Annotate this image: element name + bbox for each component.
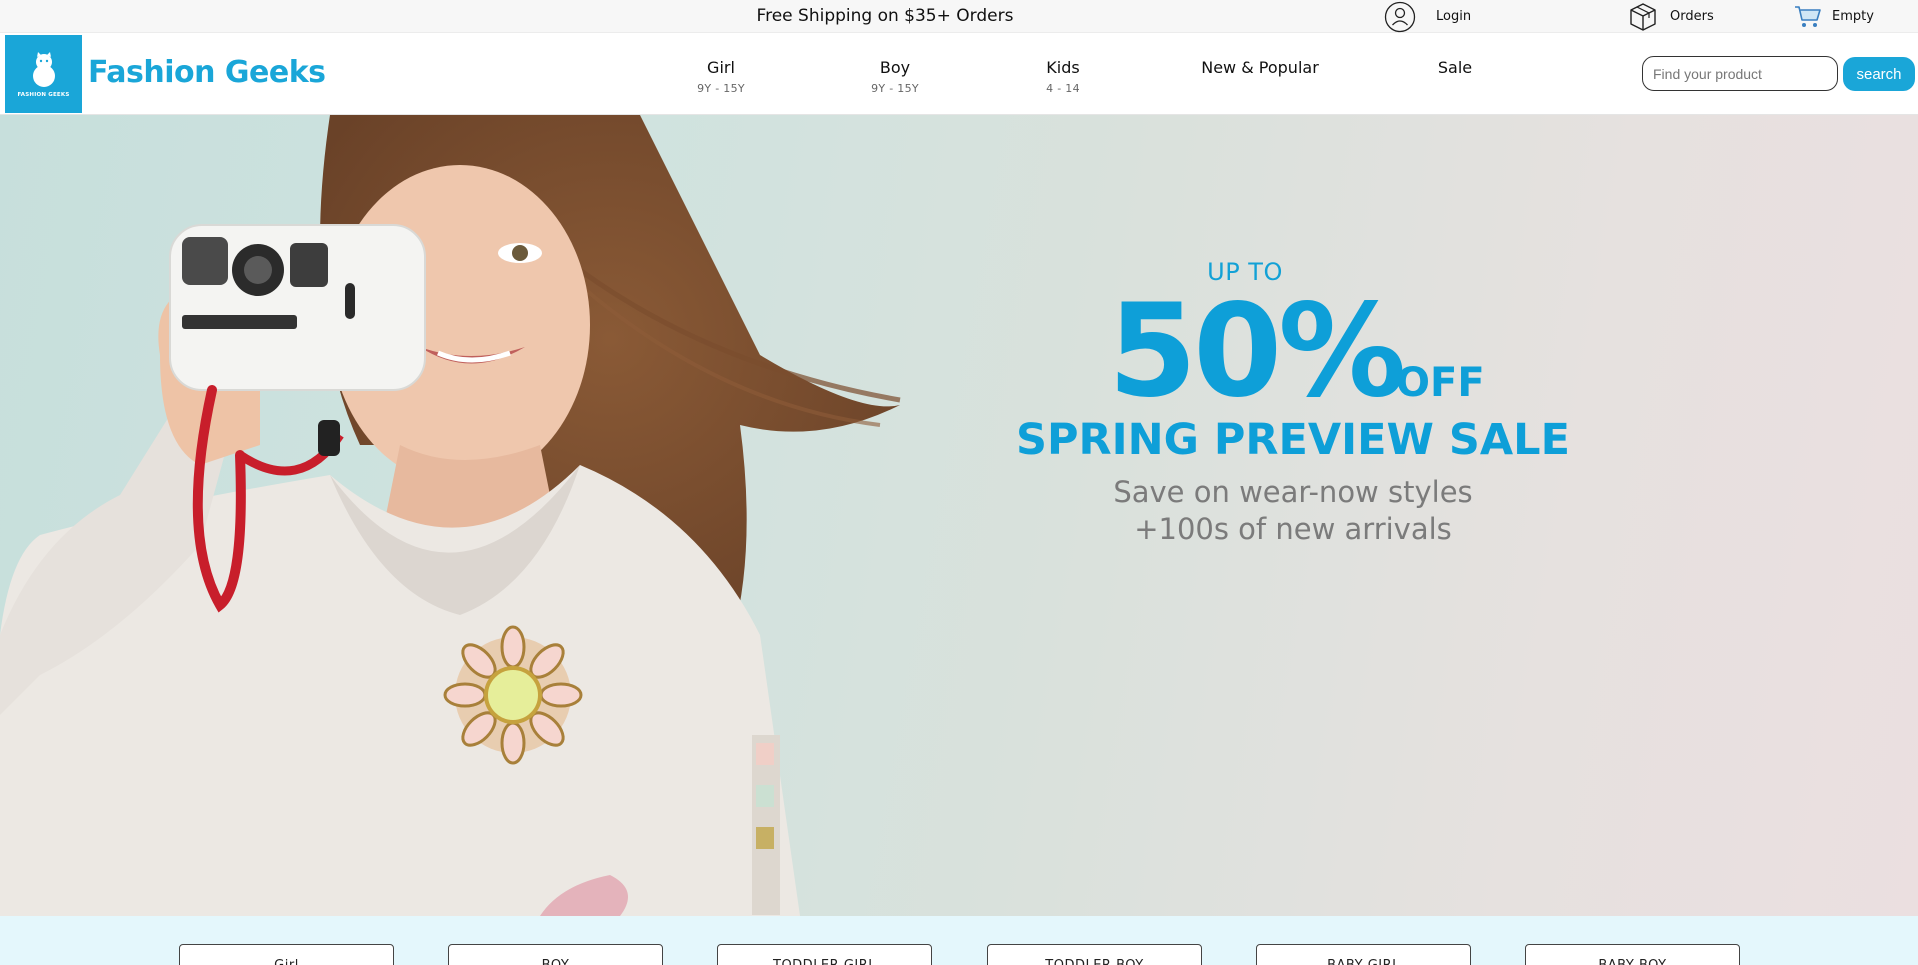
mascot-logo-icon: [32, 52, 55, 87]
nav-age-range: 9Y - 15Y: [697, 82, 745, 95]
nav-label: Boy: [879, 58, 911, 77]
nav-new-popular[interactable]: New & Popular: [1201, 58, 1319, 77]
orders-link[interactable]: Orders: [1628, 0, 1714, 33]
hero-off: OFF: [1396, 360, 1485, 406]
user-circle-icon: [1384, 1, 1416, 32]
hero-subline-2: +100s of new arrivals: [1134, 512, 1452, 546]
nav-kids[interactable]: Kids 4 - 14: [1046, 58, 1080, 95]
category-toddler-boy-button[interactable]: TODDLER BOY: [987, 944, 1202, 965]
search-button[interactable]: search: [1843, 57, 1915, 91]
nav-label: New & Popular: [1201, 58, 1319, 77]
cart-status: Empty: [1832, 9, 1874, 24]
orders-label: Orders: [1670, 9, 1714, 24]
brand-name[interactable]: Fashion Geeks: [88, 55, 326, 90]
cart-link[interactable]: Empty: [1794, 0, 1874, 33]
nav-label: Sale: [1437, 58, 1473, 77]
nav-boy[interactable]: Boy 9Y - 15Y: [871, 58, 919, 95]
category-strip: Girl BOY TODDLER GIRL TODDLER BOY BABY G…: [0, 916, 1918, 965]
nav-sale[interactable]: Sale: [1438, 58, 1472, 77]
category-baby-girl-button[interactable]: BABY GIRL: [1256, 944, 1471, 965]
free-shipping-promo: Free Shipping on $35+ Orders: [756, 6, 1014, 26]
category-girl-button[interactable]: Girl: [179, 944, 394, 965]
logo-text: FASHION GEEKS: [17, 92, 70, 98]
logo[interactable]: FASHION GEEKS: [5, 35, 82, 113]
category-boy-button[interactable]: BOY: [448, 944, 663, 965]
cart-icon: [1795, 5, 1821, 27]
hero-girl-with-camera-image: [0, 115, 901, 916]
search-input[interactable]: [1642, 56, 1838, 91]
box-icon: [1630, 2, 1656, 31]
hero-headline: SPRING PREVIEW SALE: [1016, 415, 1570, 465]
category-baby-boy-button[interactable]: BABY BOY: [1525, 944, 1740, 965]
category-toddler-girl-button[interactable]: TODDLER GIRL: [717, 944, 932, 965]
hero-subline-1: Save on wear-now styles: [1113, 475, 1473, 509]
nav-age-range: 4 - 14: [1046, 82, 1080, 95]
hero-banner[interactable]: UP TO 50% OFF SPRING PREVIEW SALE Save o…: [0, 115, 1918, 916]
main-header: FASHION GEEKS Fashion Geeks Girl 9Y - 15…: [0, 33, 1918, 115]
login-label: Login: [1436, 9, 1472, 24]
top-bar: Free Shipping on $35+ Orders Login Order…: [0, 0, 1918, 33]
nav-label: Girl: [707, 58, 735, 77]
login-link[interactable]: Login: [1384, 0, 1471, 33]
nav-label: Kids: [1046, 58, 1080, 77]
hero-discount: 50%: [1108, 277, 1406, 426]
nav-girl[interactable]: Girl 9Y - 15Y: [697, 58, 745, 95]
nav-age-range: 9Y - 15Y: [871, 82, 919, 95]
